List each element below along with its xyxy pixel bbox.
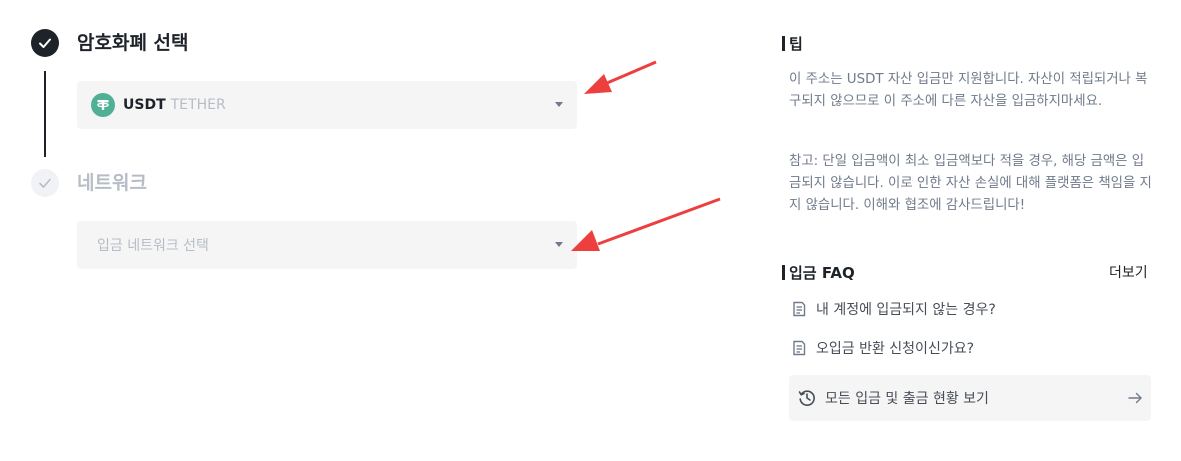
chevron-down-icon — [555, 102, 563, 107]
annotation-arrow-network — [571, 197, 721, 251]
faq-item[interactable]: 오입금 반환 신청이신가요? — [790, 338, 974, 358]
arrow-right-icon — [1128, 392, 1142, 404]
network-select[interactable]: 입금 네트워크 선택 — [77, 221, 577, 269]
step-1-check-icon — [31, 29, 59, 57]
step-1-title: 암호화폐 선택 — [77, 32, 189, 54]
history-link[interactable]: 모든 입금 및 출금 현황 보기 — [789, 375, 1151, 421]
document-icon — [793, 340, 806, 356]
faq-more-link[interactable]: 더보기 — [1109, 262, 1148, 282]
document-icon — [793, 301, 806, 317]
tip-paragraph-2: 참고: 단일 입금액이 최소 입금액보다 적을 경우, 해당 금액은 입금되지 … — [789, 154, 1152, 213]
faq-title: 입금 FAQ — [789, 264, 855, 282]
step-connector — [44, 71, 46, 157]
faq-item-label: 내 계정에 입금되지 않는 경우? — [816, 302, 996, 318]
faq-item-label: 오입금 반환 신청이신가요? — [816, 341, 975, 357]
coin-select[interactable]: USDT TETHER — [77, 81, 577, 129]
faq-item[interactable]: 내 계정에 입금되지 않는 경우? — [790, 299, 996, 319]
annotation-arrow-coin — [584, 60, 657, 94]
tip-paragraph-1: 이 주소는 USDT 자산 입금만 지원합니다. 자산이 적립되거나 복구되지 … — [789, 72, 1148, 109]
tips-header: 팁 — [782, 33, 803, 54]
coin-symbol: USDT — [123, 97, 166, 113]
history-icon — [798, 390, 815, 406]
chevron-down-icon — [555, 242, 563, 247]
network-select-placeholder: 입금 네트워크 선택 — [97, 238, 209, 254]
history-link-label: 모든 입금 및 출금 현황 보기 — [825, 391, 989, 407]
tips-title: 팁 — [789, 35, 803, 53]
step-2-check-icon — [31, 169, 59, 197]
faq-header: 입금 FAQ — [782, 262, 855, 283]
tether-icon — [91, 93, 115, 117]
step-2-title: 네트워크 — [77, 172, 147, 194]
coin-name: TETHER — [170, 97, 226, 113]
section-bar — [782, 265, 785, 280]
section-bar — [782, 36, 785, 51]
